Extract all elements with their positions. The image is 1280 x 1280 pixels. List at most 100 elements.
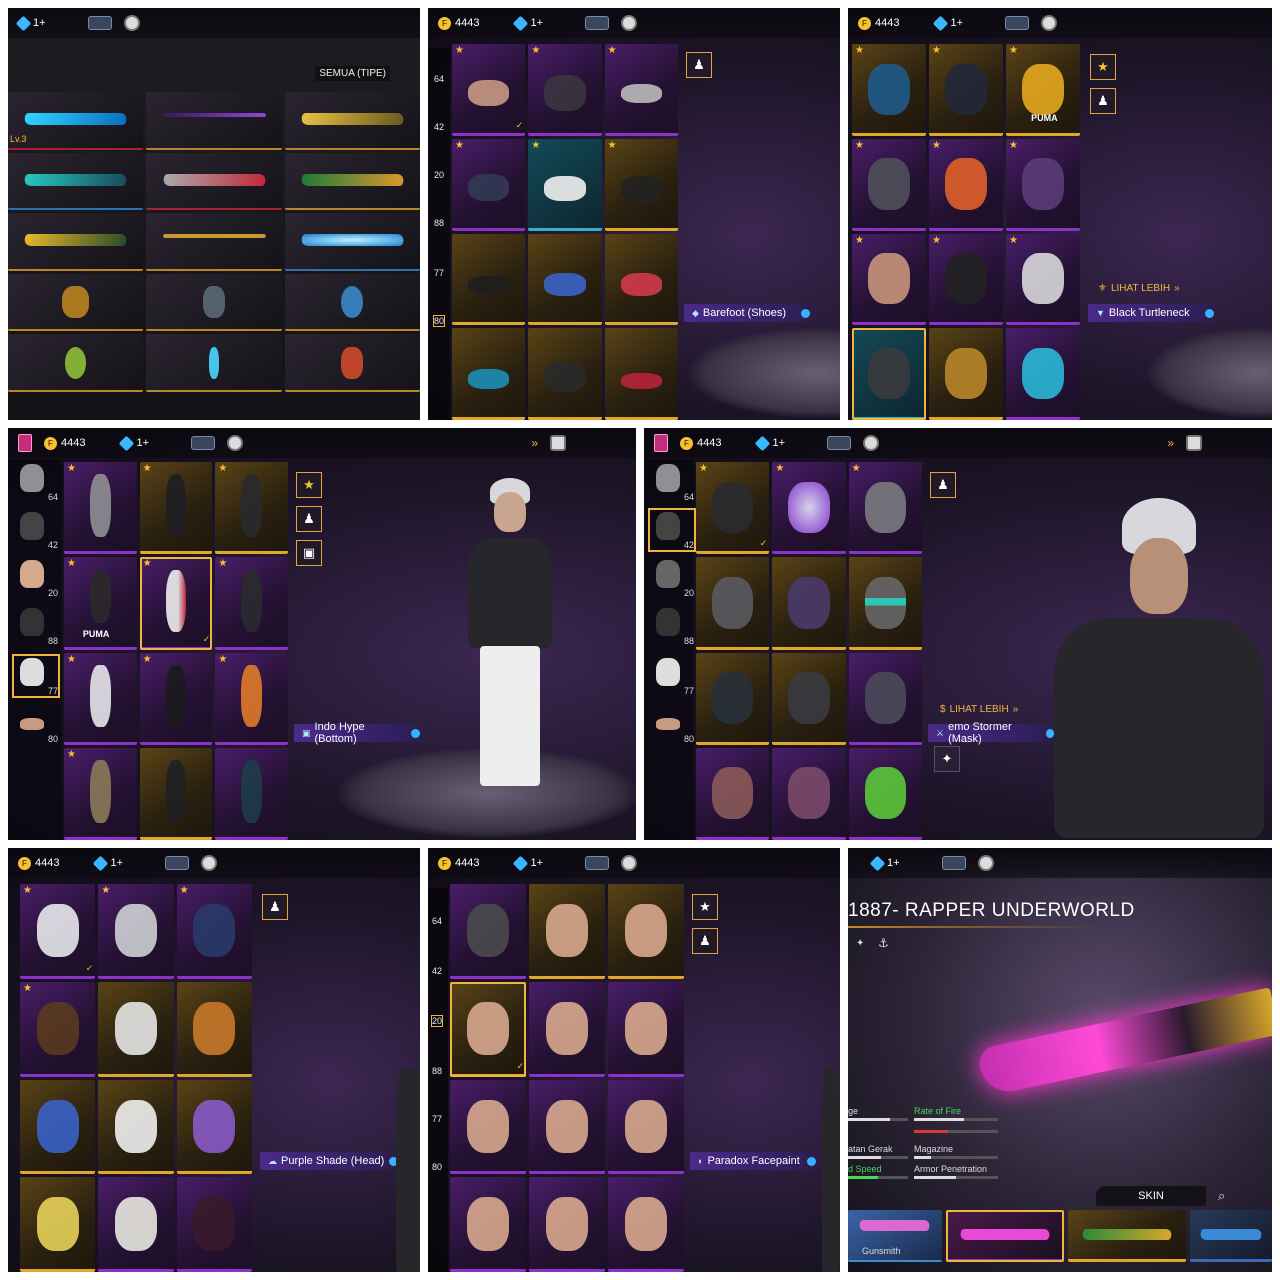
- skin-tab[interactable]: SKIN: [1096, 1186, 1206, 1206]
- grid-item[interactable]: [284, 152, 420, 211]
- grid-item[interactable]: ★ ✓: [696, 462, 770, 555]
- camera-icon[interactable]: [550, 435, 566, 451]
- gunsmith-card[interactable]: Gunsmith: [848, 1210, 942, 1262]
- grid-item[interactable]: ★: [1006, 233, 1080, 326]
- category-mask[interactable]: 42: [648, 508, 696, 552]
- profile-round-icon[interactable]: [863, 435, 880, 451]
- grid-item[interactable]: [852, 328, 926, 420]
- grid-item[interactable]: [848, 652, 922, 745]
- category-hair[interactable]: 64: [14, 462, 58, 502]
- grid-item[interactable]: [604, 328, 678, 420]
- favorite-star-icon[interactable]: ★: [296, 472, 322, 498]
- see-more-link[interactable]: $ LIHAT LEBIH»: [940, 704, 1018, 715]
- card-icon[interactable]: [585, 16, 610, 30]
- grid-item[interactable]: [608, 1177, 684, 1272]
- category-hair[interactable]: 64: [650, 462, 694, 502]
- info-dot-icon[interactable]: [1045, 728, 1054, 738]
- info-dot-icon[interactable]: [801, 308, 810, 318]
- grid-item[interactable]: [608, 981, 684, 1077]
- info-dot-icon[interactable]: [411, 728, 420, 738]
- profile-round-icon[interactable]: [977, 855, 994, 871]
- grid-item[interactable]: ★: [452, 138, 526, 231]
- grid-item[interactable]: ★: [772, 462, 846, 555]
- grid-item[interactable]: ★: [64, 462, 137, 555]
- grid-item[interactable]: ★: [528, 138, 602, 231]
- grid-item[interactable]: [450, 1079, 526, 1175]
- grid-item[interactable]: [772, 747, 846, 840]
- equip-slot-icon[interactable]: ♟: [296, 506, 322, 532]
- grid-item[interactable]: [146, 273, 282, 332]
- grid-item[interactable]: [20, 1079, 96, 1175]
- grid-item[interactable]: [450, 1177, 526, 1272]
- star-badge-icon[interactable]: ✦: [856, 938, 864, 949]
- filter-label[interactable]: SEMUA (TIPE): [315, 66, 390, 81]
- grid-item[interactable]: [529, 981, 605, 1077]
- profile-round-icon[interactable]: [1041, 15, 1058, 31]
- category-bottom[interactable]: 77: [12, 654, 60, 698]
- grid-item[interactable]: [284, 273, 420, 332]
- grid-item[interactable]: [450, 884, 526, 979]
- grid-item[interactable]: ★: [852, 138, 926, 231]
- card-icon[interactable]: [827, 436, 852, 450]
- grid-item[interactable]: [8, 334, 144, 392]
- grid-item[interactable]: ★: [852, 44, 926, 136]
- grid-item[interactable]: ★: [215, 462, 288, 555]
- grid-item[interactable]: [608, 884, 684, 979]
- grid-item[interactable]: ★: [604, 44, 678, 136]
- grid-item[interactable]: [146, 152, 282, 211]
- grid-item[interactable]: ★ ✓: [20, 884, 96, 979]
- inspect-icon[interactable]: ⌕: [1218, 1188, 1225, 1204]
- grid-item[interactable]: [139, 747, 213, 840]
- grid-item[interactable]: [98, 981, 174, 1077]
- grid-item[interactable]: [146, 334, 282, 392]
- profile-round-icon[interactable]: [621, 855, 638, 871]
- card-icon[interactable]: [941, 856, 966, 870]
- profile-round-icon[interactable]: [621, 15, 638, 31]
- menu-side-icon[interactable]: [18, 434, 32, 452]
- grid-item[interactable]: [608, 1079, 684, 1175]
- grid-item[interactable]: [215, 747, 288, 840]
- grid-item[interactable]: [529, 884, 605, 979]
- grid-item[interactable]: ★: [20, 981, 96, 1077]
- grid-item[interactable]: [176, 1177, 252, 1272]
- gear-badge-icon[interactable]: ⚓: [878, 936, 889, 950]
- grid-item[interactable]: [284, 92, 420, 150]
- grid-item[interactable]: ★: [848, 462, 922, 555]
- profile-round-icon[interactable]: [227, 435, 244, 451]
- grid-item[interactable]: [176, 981, 252, 1077]
- grid-item[interactable]: ★ PUMA: [1006, 44, 1080, 136]
- category-shoes[interactable]: 80: [14, 704, 58, 744]
- expand-icon[interactable]: »: [1167, 436, 1174, 450]
- equip-slot-icon[interactable]: ♟: [686, 52, 712, 78]
- category-bottom[interactable]: 77: [650, 656, 694, 696]
- grid-item[interactable]: [929, 328, 1003, 420]
- category-top[interactable]: 88: [14, 606, 58, 646]
- grid-item[interactable]: [98, 1177, 174, 1272]
- grid-item[interactable]: ★: [98, 884, 174, 979]
- grid-item[interactable]: [284, 213, 420, 271]
- grid-item[interactable]: [696, 557, 770, 650]
- grid-item[interactable]: [528, 328, 602, 420]
- sparkle-effect-icon[interactable]: ✦: [934, 746, 960, 772]
- category-mask[interactable]: 42: [14, 510, 58, 550]
- menu-side-icon[interactable]: [654, 434, 668, 452]
- grid-item[interactable]: [848, 747, 922, 840]
- grid-item[interactable]: [98, 1079, 174, 1175]
- equip-slot-icon[interactable]: ♟: [262, 894, 288, 920]
- grid-item[interactable]: [529, 1177, 605, 1272]
- equip-slot-icon[interactable]: ♟: [1090, 88, 1116, 114]
- camera-icon[interactable]: [1186, 435, 1202, 451]
- grid-item[interactable]: [146, 92, 282, 150]
- grid-item[interactable]: ★: [528, 44, 602, 136]
- grid-item[interactable]: ★: [604, 138, 678, 231]
- expand-icon[interactable]: »: [531, 436, 538, 450]
- grid-item[interactable]: [696, 747, 770, 840]
- grid-item[interactable]: ★: [929, 138, 1003, 231]
- grid-item[interactable]: [772, 557, 846, 650]
- equip-slot-icon[interactable]: ♟: [692, 928, 718, 954]
- info-dot-icon[interactable]: [807, 1156, 816, 1166]
- grid-item[interactable]: ★: [929, 233, 1003, 326]
- grid-item[interactable]: [848, 557, 922, 650]
- grid-item[interactable]: [604, 233, 678, 326]
- grid-item[interactable]: ★: [139, 462, 213, 555]
